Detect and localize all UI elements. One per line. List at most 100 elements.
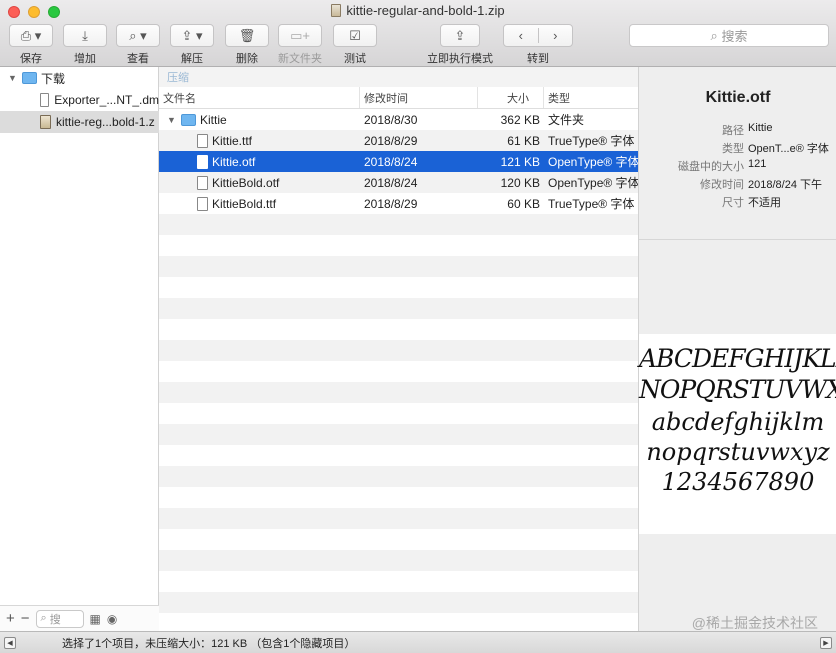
- sidebar-item-kittie-zip[interactable]: kittie-reg...bold-1.z: [0, 111, 159, 133]
- sample-lowercase-2: nopqrstuvwxyz: [646, 438, 830, 466]
- table-row[interactable]: [159, 277, 638, 298]
- back-chevron-icon[interactable]: ‹: [504, 28, 539, 43]
- divider: [639, 239, 836, 240]
- downloads-folder-icon: [22, 72, 37, 84]
- table-row[interactable]: [159, 592, 638, 613]
- extract-label: 解压: [181, 53, 203, 65]
- sidebar-footer: + − ⌕ 搜 ▦ ◉: [0, 605, 159, 631]
- table-row[interactable]: [159, 319, 638, 340]
- add-to-archive-icon: ⤓: [82, 27, 88, 43]
- table-row[interactable]: [159, 487, 638, 508]
- cell-size: 121 KB: [500, 154, 540, 169]
- view-button[interactable]: ⌕ ▾: [116, 24, 160, 47]
- sidebar-search-input[interactable]: ⌕ 搜: [35, 609, 84, 628]
- sidebar-root-downloads[interactable]: ▼ 下载: [0, 67, 159, 89]
- save-archive-icon: ⎙ ▾: [20, 27, 42, 43]
- table-row[interactable]: [159, 340, 638, 361]
- extract-button[interactable]: ⇪ ▾: [170, 24, 214, 47]
- cell-size: 120 KB: [500, 175, 540, 190]
- column-header: 文件名 修改时间 大小 类型: [159, 87, 638, 109]
- cell-date: 2018/8/24: [364, 175, 418, 190]
- table-row[interactable]: [159, 445, 638, 466]
- preview-toggle-icon[interactable]: ◉: [107, 612, 117, 626]
- file-name: Kittie: [200, 112, 227, 127]
- sidebar-item-exporter[interactable]: Exporter_...NT_.dm: [0, 89, 159, 111]
- meta-value: 121: [748, 158, 767, 170]
- table-row[interactable]: [159, 256, 638, 277]
- table-row[interactable]: [159, 424, 638, 445]
- table-row[interactable]: [159, 571, 638, 592]
- table-row[interactable]: [159, 508, 638, 529]
- trash-icon: 🗑: [238, 27, 256, 43]
- path-bar[interactable]: 压缩: [159, 67, 638, 87]
- zip-archive-icon: [331, 4, 342, 17]
- run-mode-icon: ⇪: [454, 27, 466, 43]
- table-row[interactable]: [159, 382, 638, 403]
- table-row[interactable]: [159, 613, 638, 631]
- table-row[interactable]: Kittie.ttf 2018/8/29 61 KB TrueType® 字体: [159, 130, 638, 151]
- zip-file-icon: [40, 115, 51, 129]
- table-row[interactable]: [159, 529, 638, 550]
- table-row[interactable]: KittieBold.otf 2018/8/24 120 KB OpenType® 字…: [159, 172, 638, 193]
- cell-name: Kittie.otf: [159, 154, 360, 169]
- search-input[interactable]: ⌕ 搜索: [629, 24, 829, 47]
- quicklook-icon: ⌕ ▾: [129, 27, 147, 43]
- save-label: 保存: [20, 53, 42, 65]
- cell-name: KittieBold.otf: [159, 175, 360, 190]
- table-row[interactable]: [159, 403, 638, 424]
- column-type[interactable]: 类型: [544, 87, 638, 108]
- test-button[interactable]: ☑: [333, 24, 377, 47]
- column-name[interactable]: 文件名: [159, 87, 360, 108]
- meta-value: OpenT...e® 字体: [748, 143, 829, 155]
- table-row[interactable]: KittieBold.ttf 2018/8/29 60 KB TrueType® 字体: [159, 193, 638, 214]
- sample-uppercase-2: NOPQRSTUVWXYZ: [639, 375, 836, 404]
- table-row[interactable]: [159, 298, 638, 319]
- add-button[interactable]: ⤓: [63, 24, 107, 47]
- run-now-label: 立即执行模式: [427, 53, 493, 65]
- preview-pane: Kittie.otf 路径 Kittie 类型 OpenT...e® 字体 磁盘中的大小…: [638, 67, 836, 631]
- scroll-left-icon[interactable]: ◀: [4, 636, 16, 649]
- meta-key: 尺寸: [722, 197, 744, 209]
- sample-lowercase-1: abcdefghijklm: [651, 408, 825, 436]
- table-row[interactable]: [159, 235, 638, 256]
- add-label: 增加: [74, 53, 96, 65]
- forward-chevron-icon[interactable]: ›: [539, 28, 573, 43]
- new-folder-button[interactable]: ▭+: [278, 24, 322, 47]
- cell-size: 61 KB: [507, 133, 540, 148]
- archive-info-icon[interactable]: ▦: [90, 612, 101, 626]
- table-row[interactable]: ▼ Kittie 2018/8/30 362 KB 文件夹: [159, 109, 638, 130]
- table-row[interactable]: Kittie.otf 2018/8/24 121 KB OpenType® 字体: [159, 151, 638, 172]
- delete-label: 删除: [236, 53, 258, 65]
- font-sample-preview: ABCDEFGHIJKLM NOPQRSTUVWXYZ abcdefghijkl…: [639, 334, 836, 534]
- cell-date: 2018/8/29: [364, 133, 418, 148]
- remove-icon[interactable]: −: [21, 610, 30, 627]
- status-text: 选择了1个项目，未压缩大小：121 KB （包含1个隐藏项目）: [62, 637, 356, 650]
- table-row[interactable]: [159, 466, 638, 487]
- checkbox-test-icon: ☑: [349, 27, 361, 43]
- new-folder-icon: ▭+: [290, 27, 310, 43]
- cell-type: TrueType® 字体: [548, 134, 635, 148]
- window-title: kittie-regular-and-bold-1.zip: [0, 3, 836, 18]
- save-button[interactable]: ⎙ ▾: [9, 24, 53, 47]
- sidebar: ▼ 下载 Exporter_...NT_.dm kittie-reg...bol…: [0, 67, 159, 631]
- meta-key: 类型: [722, 143, 744, 155]
- table-row[interactable]: [159, 550, 638, 571]
- add-icon[interactable]: +: [6, 610, 15, 627]
- column-size[interactable]: 大小: [478, 87, 544, 108]
- goto-segmented: ‹ ›: [503, 24, 573, 47]
- sample-digits: 1234567890: [661, 468, 815, 496]
- run-now-button[interactable]: ⇪: [440, 24, 480, 47]
- table-row[interactable]: [159, 361, 638, 382]
- disclosure-triangle-icon[interactable]: ▼: [167, 115, 177, 125]
- column-modified[interactable]: 修改时间: [360, 87, 478, 108]
- meta-value: 不适用: [748, 197, 781, 209]
- file-name: KittieBold.ttf: [212, 196, 277, 211]
- goto-label: 转到: [527, 53, 549, 65]
- cell-size: 362 KB: [500, 112, 540, 127]
- scroll-right-icon[interactable]: ▶: [820, 636, 832, 649]
- disclosure-triangle-icon[interactable]: ▼: [8, 73, 18, 83]
- table-row[interactable]: [159, 214, 638, 235]
- file-name: KittieBold.otf: [212, 175, 280, 190]
- meta-value: 2018/8/24 下午: [748, 179, 822, 191]
- delete-button[interactable]: 🗑: [225, 24, 269, 47]
